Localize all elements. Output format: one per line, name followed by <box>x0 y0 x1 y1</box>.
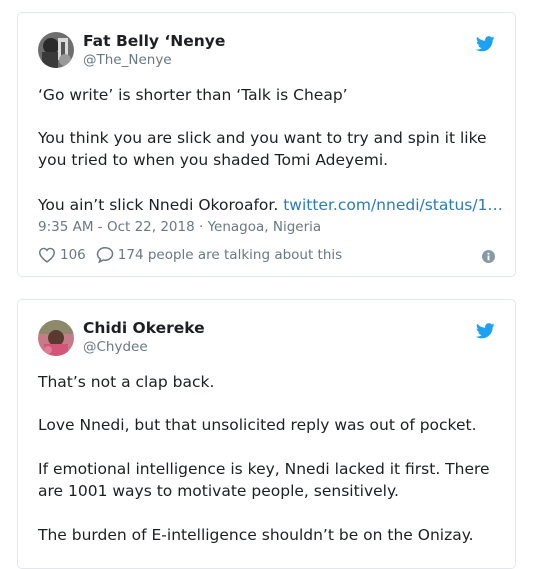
tweet-text: You think you are slick and you want to … <box>38 129 487 169</box>
tweet-text: ‘Go write’ is shorter than ‘Talk is Chea… <box>38 86 348 104</box>
author-name[interactable]: Chidi Okereke <box>83 319 205 337</box>
tweet-text: Love Nnedi, but that unsolicited reply w… <box>38 416 477 434</box>
reply-button[interactable]: 174 people are talking about this <box>96 246 342 263</box>
tweet-link[interactable]: twitter.com/nnedi/status/1… <box>283 196 503 214</box>
avatar[interactable] <box>38 32 74 68</box>
like-count: 106 <box>60 246 86 263</box>
speech-bubble-icon <box>96 246 114 263</box>
tweet-card[interactable]: Chidi Okereke @Chydee That’s not a clap … <box>17 299 516 569</box>
author-name[interactable]: Fat Belly ‘Nenye <box>83 32 225 50</box>
talking-count: 174 people are talking about this <box>117 246 343 263</box>
tweet-text: That’s not a clap back. <box>38 373 215 391</box>
tweet-card[interactable]: Fat Belly ‘Nenye @The_Nenye ‘Go write’ i… <box>17 12 516 277</box>
heart-icon <box>38 247 56 263</box>
avatar[interactable] <box>38 320 74 356</box>
author-handle[interactable]: @The_Nenye <box>83 52 172 68</box>
tweet-text: You ain’t slick Nnedi Okoroafor. twitter… <box>38 194 508 216</box>
twitter-bird-icon[interactable] <box>476 323 495 339</box>
twitter-bird-icon[interactable] <box>476 36 495 52</box>
like-button[interactable]: 106 <box>38 247 86 263</box>
info-icon[interactable] <box>482 250 495 263</box>
tweet-text: If emotional intelligence is key, Nnedi … <box>38 460 490 500</box>
tweet-actions: 106 174 people are talking about this <box>38 246 342 263</box>
tweet-text-span: You ain’t slick Nnedi Okoroafor. <box>38 196 279 214</box>
author-handle[interactable]: @Chydee <box>83 339 148 355</box>
tweet-text: The burden of E-intelligence shouldn’t b… <box>38 526 474 544</box>
tweet-timestamp[interactable]: 9:35 AM - Oct 22, 2018 · Yenagoa, Nigeri… <box>38 219 321 235</box>
